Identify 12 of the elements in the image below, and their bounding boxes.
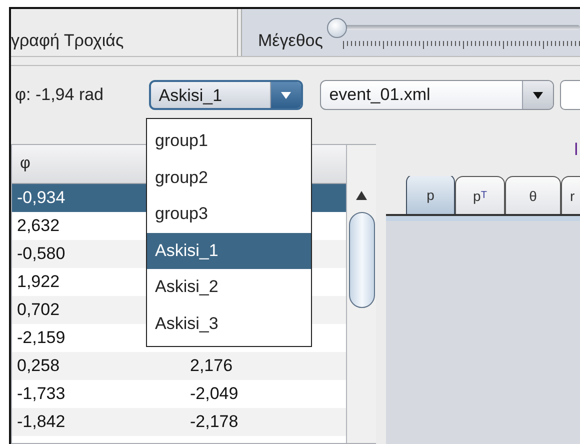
table-cell-text: -1,733 <box>16 383 66 405</box>
angle-readout: φ: -1,94 rad <box>14 85 105 105</box>
table-cell-text: -0,934 <box>16 187 66 209</box>
table-cell-text: -2,178 <box>189 411 240 433</box>
table-cell-text: 0,258 <box>16 355 61 377</box>
table-cell-text: 2,176 <box>189 355 234 377</box>
table-cell-text: 0,702 <box>16 299 61 321</box>
table-cell-text: -1,842 <box>16 411 66 433</box>
table-cell-text: -2,049 <box>189 383 240 405</box>
slider-label: Μέγεθος <box>258 30 323 50</box>
panel-title: l <box>573 139 579 161</box>
panel-title: γραφή Τροχιάς <box>11 9 238 56</box>
